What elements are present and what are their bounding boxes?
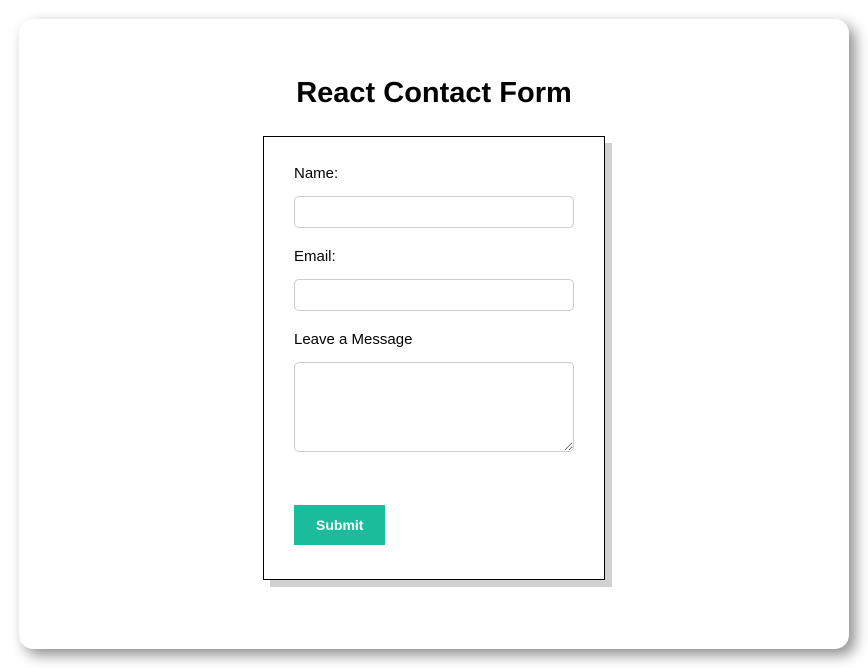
submit-button[interactable]: Submit [294,505,385,545]
email-input[interactable] [294,279,574,311]
message-textarea[interactable] [294,362,574,452]
contact-form: Name: Email: Leave a Message Submit [263,136,605,580]
message-label: Leave a Message [294,331,574,348]
name-input[interactable] [294,196,574,228]
app-card: React Contact Form Name: Email: Leave a … [19,19,849,649]
name-label: Name: [294,165,574,182]
page-title: React Contact Form [296,77,572,110]
email-label: Email: [294,248,574,265]
